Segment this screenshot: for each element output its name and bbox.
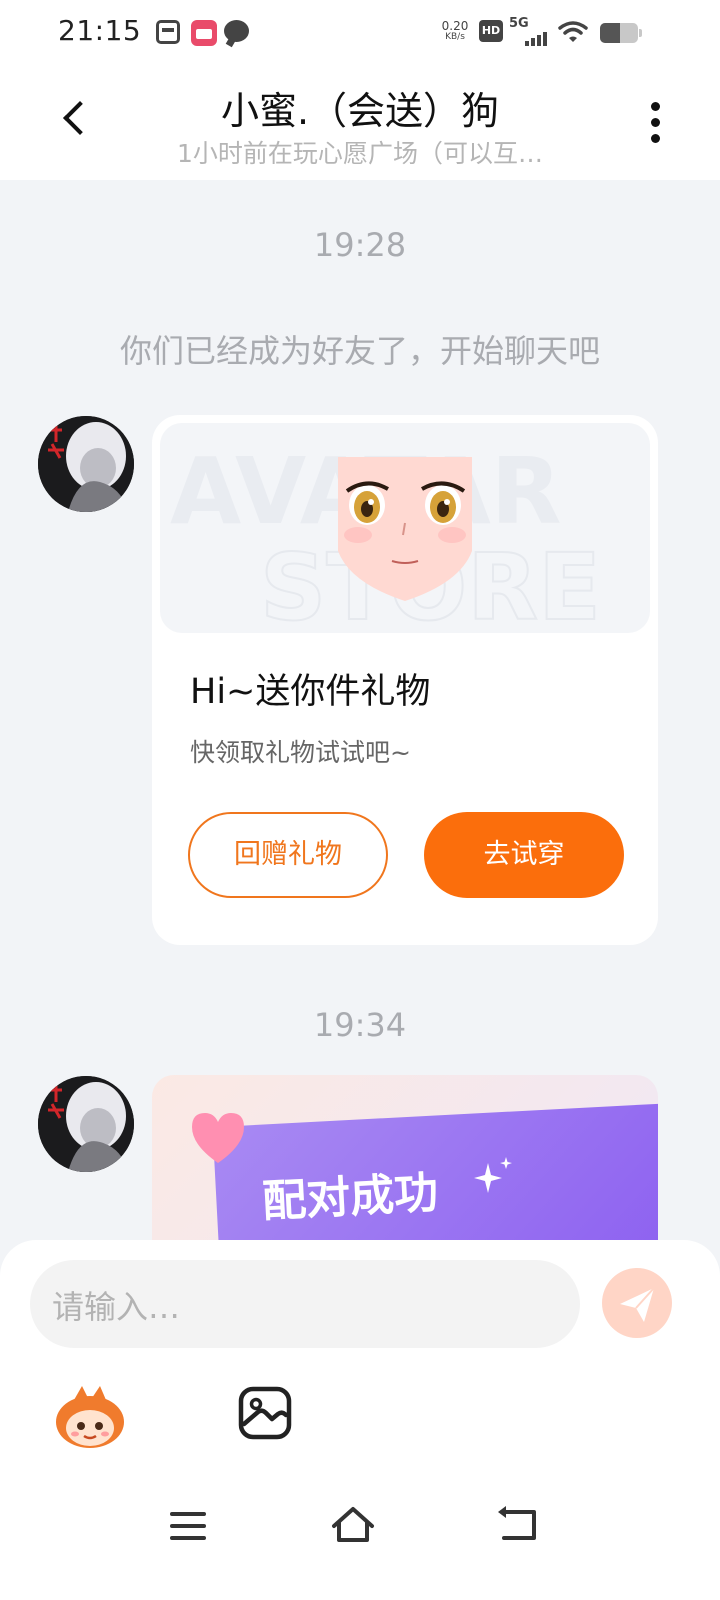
match-headline: 配对成功 bbox=[261, 1167, 440, 1228]
network-type: 5G bbox=[509, 16, 529, 31]
message-input[interactable]: 请输入… bbox=[30, 1260, 580, 1348]
more-options-button[interactable] bbox=[644, 100, 668, 146]
try-on-button[interactable]: 去试穿 bbox=[424, 812, 624, 898]
status-time: 21:15 bbox=[58, 14, 142, 47]
image-icon bbox=[238, 1386, 292, 1440]
gift-title: Hi~送你件礼物 bbox=[190, 672, 431, 712]
sparkle-icon bbox=[474, 1157, 512, 1193]
menu-icon bbox=[170, 1512, 206, 1516]
return-gift-button[interactable]: 回赠礼物 bbox=[188, 812, 388, 898]
network-speed-value: 0.20 bbox=[441, 19, 469, 33]
hd-icon: HD bbox=[479, 20, 503, 42]
back-icon bbox=[498, 1506, 536, 1540]
message-timestamp: 19:28 bbox=[313, 226, 407, 264]
contact-status: 1小时前在玩心愿广场（可以互… bbox=[177, 139, 543, 168]
network-speed: 0.20 KB/s bbox=[438, 20, 472, 43]
contact-name: 小蜜.（会送）狗 bbox=[220, 89, 500, 133]
nav-menu-button[interactable] bbox=[170, 1510, 208, 1542]
app-notification-icon bbox=[191, 20, 217, 46]
input-placeholder: 请输入… bbox=[52, 1288, 181, 1326]
chat-header: 小蜜.（会送）狗 1小时前在玩心愿广场（可以互… bbox=[0, 68, 720, 180]
input-panel: 请输入… bbox=[0, 1240, 720, 1600]
home-icon bbox=[332, 1507, 374, 1542]
status-bar: 21:15 0.20 KB/s HD 5G bbox=[0, 0, 720, 68]
network-speed-unit: KB/s bbox=[445, 32, 465, 42]
gift-description: 快领取礼物试试吧~ bbox=[190, 738, 411, 767]
wifi-icon bbox=[558, 20, 588, 44]
chat-screen: 21:15 0.20 KB/s HD 5G 小蜜.（会送）狗 1小时前在玩心愿广… bbox=[0, 0, 720, 1600]
mascot-emoji-icon bbox=[56, 1386, 124, 1448]
heart-icon bbox=[192, 1113, 244, 1163]
mascot-emoji-button[interactable] bbox=[52, 1382, 128, 1452]
nav-back-button[interactable] bbox=[496, 1506, 540, 1544]
avatar-store-banner: AVATAR STORE bbox=[160, 423, 650, 633]
battery-icon bbox=[600, 23, 642, 43]
message-timestamp: 19:34 bbox=[313, 1006, 407, 1044]
sim-card-icon bbox=[156, 20, 180, 44]
contact-avatar[interactable] bbox=[38, 416, 134, 512]
system-message: 你们已经成为好友了，开始聊天吧 bbox=[119, 332, 600, 370]
contact-avatar[interactable] bbox=[38, 1076, 134, 1172]
paper-plane-icon bbox=[620, 1287, 655, 1322]
more-vertical-icon bbox=[651, 102, 660, 111]
nav-home-button[interactable] bbox=[330, 1504, 376, 1544]
back-button[interactable] bbox=[50, 94, 98, 150]
message-notification-icon bbox=[224, 20, 249, 42]
send-button[interactable] bbox=[602, 1268, 672, 1338]
gift-message-card[interactable]: AVATAR STORE bbox=[152, 415, 658, 945]
signal-icon bbox=[521, 30, 549, 46]
image-picker-button[interactable] bbox=[238, 1386, 292, 1440]
